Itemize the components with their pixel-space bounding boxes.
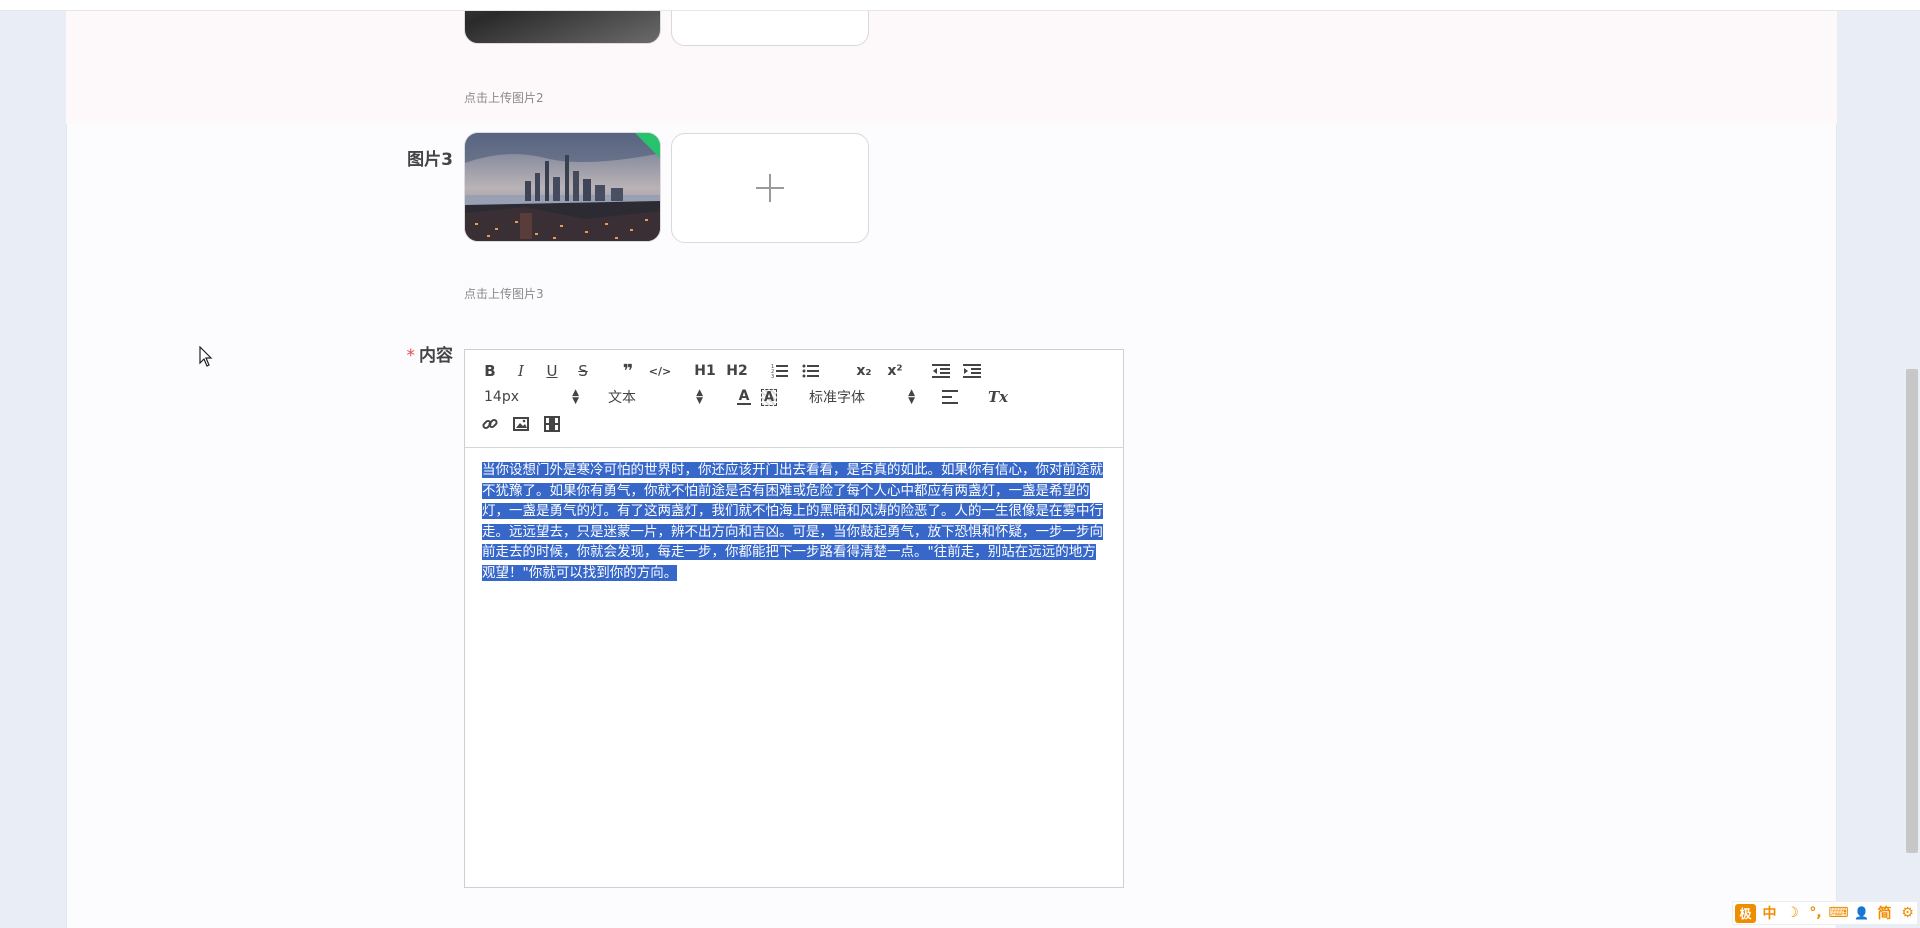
align-icon[interactable] <box>940 386 960 408</box>
keyboard-icon[interactable]: ⌨ <box>1828 905 1848 921</box>
strike-button[interactable]: S <box>574 360 592 382</box>
font-family-value: 标准字体 <box>809 390 865 406</box>
header-1-button[interactable]: H1 <box>694 360 716 382</box>
mouse-cursor-icon <box>199 346 213 367</box>
content-label: * 内容 <box>353 341 454 366</box>
subscript-button[interactable]: x₂ <box>853 360 875 382</box>
top-bar <box>0 0 1920 11</box>
page-scrollbar-thumb[interactable] <box>1906 369 1918 853</box>
superscript-button[interactable]: x² <box>884 360 906 382</box>
bullet-list-icon[interactable] <box>801 360 821 382</box>
user-icon[interactable]: 👤 <box>1852 906 1871 920</box>
form-row-image2 <box>66 11 1837 124</box>
content-label-text: 内容 <box>419 346 453 366</box>
uploaded-image-3[interactable] <box>464 132 661 242</box>
upload-image-3-hint: 点击上传图片3 <box>464 287 544 301</box>
blockquote-button[interactable]: ❞ <box>618 360 638 382</box>
bold-button[interactable]: B <box>481 360 499 382</box>
italic-button[interactable]: I <box>512 360 530 382</box>
ordered-list-icon[interactable]: 123 <box>770 360 790 382</box>
code-block-button[interactable]: </> <box>649 360 671 382</box>
background-color-icon[interactable]: A <box>760 386 778 408</box>
svg-text:3: 3 <box>771 374 774 379</box>
ime-logo-icon[interactable]: 极 <box>1735 903 1756 923</box>
link-icon[interactable] <box>481 413 499 435</box>
image3-label: 图片3 <box>407 150 453 170</box>
ime-status-bar[interactable]: 极 中 ☽ °, ⌨ 👤 简 ⚙ <box>1732 901 1918 925</box>
editor-selected-text: 当你设想门外是寒冷可怕的世界时，你还应该开门出去看看，是否真的如此。如果你有信心… <box>482 462 1103 581</box>
clear-format-button[interactable]: Tx <box>988 386 1008 408</box>
punctuation-icon[interactable]: °, <box>1806 905 1825 921</box>
editor-toolbar: B I U S ❞ </> H1 H2 123 x₂ x² 14px ▲ ▼ 文本… <box>465 350 1123 448</box>
city-skyline-image <box>465 133 660 241</box>
ime-mode-toggle[interactable]: 中 <box>1760 903 1779 923</box>
moon-icon[interactable]: ☽ <box>1783 905 1802 921</box>
image-icon[interactable] <box>512 413 530 435</box>
outdent-icon[interactable] <box>931 360 951 382</box>
rich-text-editor[interactable]: B I U S ❞ </> H1 H2 123 x₂ x² 14px ▲ ▼ 文本… <box>464 349 1124 888</box>
select-arrows-icon: ▲ ▼ <box>908 388 915 406</box>
select-arrows-icon: ▲ ▼ <box>696 388 703 406</box>
font-size-value: 14px <box>484 389 519 405</box>
upload-image-2-hint: 点击上传图片2 <box>464 91 544 105</box>
header-2-button[interactable]: H2 <box>726 360 748 382</box>
gear-icon[interactable]: ⚙ <box>1898 905 1917 921</box>
required-mark: * <box>406 346 416 366</box>
select-arrows-icon: ▲ ▼ <box>572 388 579 406</box>
video-icon[interactable] <box>543 413 561 435</box>
font-color-icon[interactable]: A <box>735 386 753 408</box>
upload-image-3-button[interactable] <box>671 133 869 243</box>
header-type-value: 文本 <box>608 390 636 406</box>
underline-button[interactable]: U <box>543 360 561 382</box>
simplified-toggle[interactable]: 简 <box>1875 903 1894 923</box>
header-type-select[interactable]: 文本 ▲ ▼ <box>608 386 703 408</box>
editor-content[interactable]: 当你设想门外是寒冷可怕的世界时，你还应该开门出去看看，是否真的如此。如果你有信心… <box>465 448 1123 584</box>
font-family-select[interactable]: 标准字体 ▲ ▼ <box>809 386 915 408</box>
font-size-select[interactable]: 14px ▲ ▼ <box>484 386 579 408</box>
plus-icon <box>756 174 784 202</box>
indent-icon[interactable] <box>962 360 982 382</box>
